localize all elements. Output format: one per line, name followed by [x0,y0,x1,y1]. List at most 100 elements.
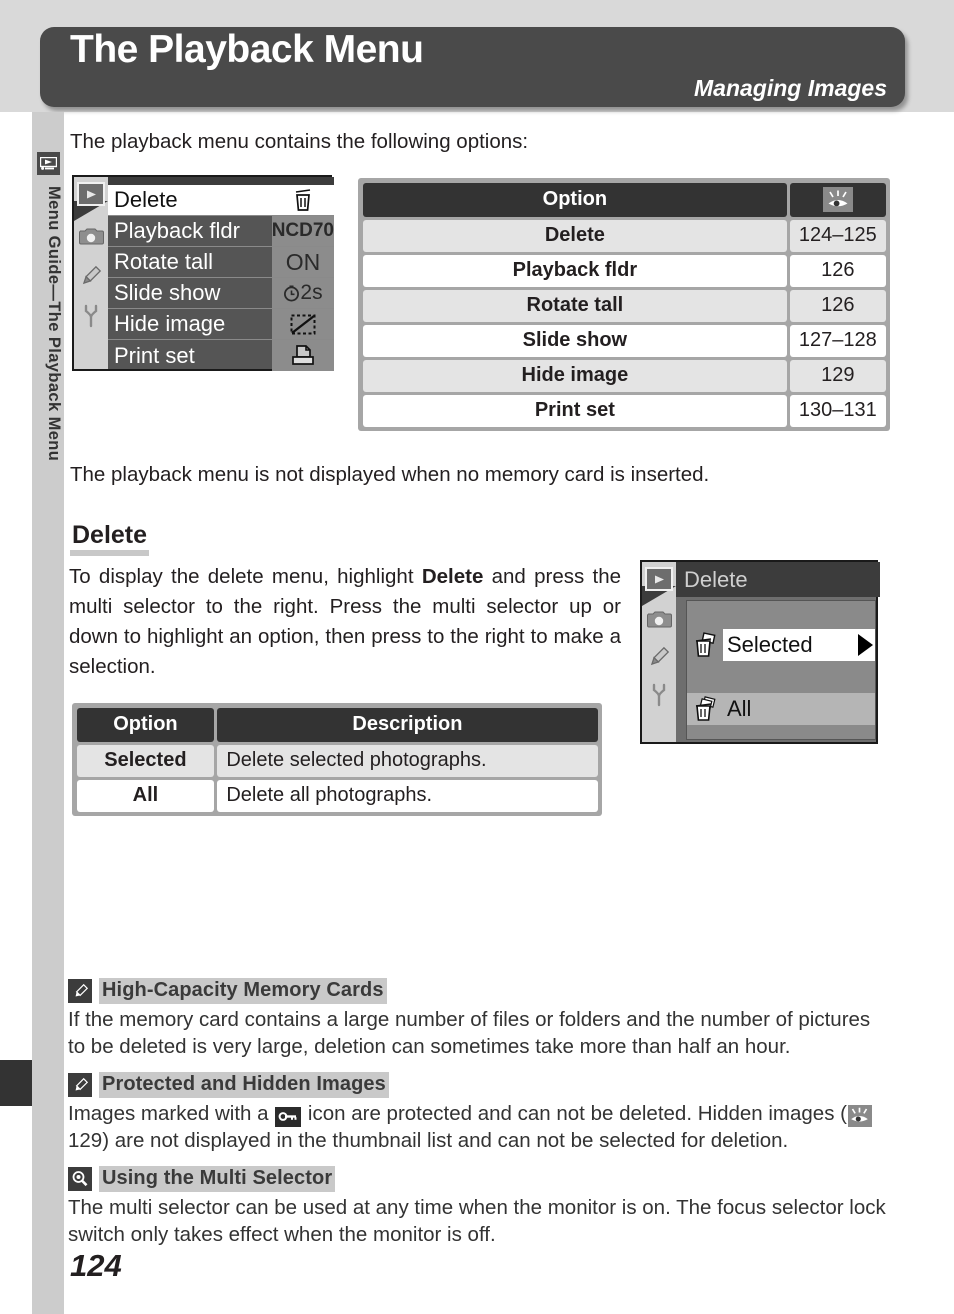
lcd-playback-menu-screenshot: Delete Playback fldr NCD70 Rotate tall O… [72,175,334,371]
lcd-row-slide-show[interactable]: Slide show 2s [108,278,334,309]
table-row: Selected Delete selected photographs. [75,743,599,778]
cell-page: 126 [790,289,886,322]
column-header-option: Option [76,707,215,742]
options-table: Option Delete 124–125 Playback fldr 126 … [358,178,890,431]
table-row: Slide show 127–128 [361,323,887,358]
lcd-delete-row-selected[interactable]: Selected [687,629,875,661]
print-set-icon [272,340,334,371]
lcd-row-label: Print set [114,342,195,368]
table-header-row: Option Description [75,706,599,743]
rail-playback-icon [77,179,105,209]
rail-camera-icon [645,604,673,634]
clock-icon [283,285,300,302]
lcd-row-label: Delete [114,187,178,212]
note-body-part2: icon are protected and can not be delete… [302,1102,847,1125]
chapter-label: Menu Guide—The Playback Menu [45,186,63,462]
lcd-top-bar [108,177,334,185]
pencil-note-icon [68,979,92,1003]
cell-option: Slide show [362,324,788,357]
lcd-delete-row-label: Selected [727,632,813,657]
note-title: Using the Multi Selector [99,1166,336,1192]
note-body-part3: 129) are not displayed in the thumbnail … [68,1129,789,1152]
cell-page: 126 [790,254,886,287]
lcd-row-delete[interactable]: Delete [108,185,334,216]
lcd-delete-row-all[interactable]: All [687,693,875,725]
pencil-note-icon [68,1073,92,1097]
lcd-rail [642,562,676,742]
table-header-row: Option [361,181,887,218]
table-row: Rotate tall 126 [361,288,887,323]
lcd-row-print-set[interactable]: Print set [108,340,334,371]
lcd-delete-row-label: All [727,696,752,721]
lcd-row-rotate-tall[interactable]: Rotate tall ON [108,247,334,278]
cell-page: 127–128 [790,324,886,357]
cell-page: 130–131 [790,394,886,427]
note-high-capacity-memory-cards: High-Capacity Memory Cards If the memory… [68,978,892,1060]
note-protected-and-hidden-images: Protected and Hidden Images Images marke… [68,1072,892,1154]
table-row: Delete 124–125 [361,218,887,253]
cell-option: Print set [362,394,788,427]
cell-option: Rotate tall [362,289,788,322]
lcd-menu-list: Delete Playback fldr NCD70 Rotate tall O… [108,177,334,371]
lcd-row-value-text: 2s [300,281,323,304]
note-title: High-Capacity Memory Cards [99,978,387,1004]
column-header-page-reference [790,182,886,217]
protect-key-icon [275,1106,302,1127]
cell-description: Delete all photographs. [217,779,598,812]
cell-option: Playback fldr [362,254,788,287]
lcd-delete-options-panel: Selected All [686,600,876,740]
page-subtitle: Managing Images [694,75,887,101]
cell-option: Hide image [362,359,788,392]
lcd-rail [74,177,108,369]
rail-wrench-icon [645,680,673,710]
lcd-row-value: ON [272,247,334,277]
lcd-row-playback-fldr[interactable]: Playback fldr NCD70 [108,216,334,247]
rail-pencil-icon [77,261,105,291]
note-body: Images marked with a icon are protected … [68,1100,892,1154]
rail-pencil-icon [645,642,673,672]
lcd-row-label: Slide show [114,280,221,305]
note-heading: High-Capacity Memory Cards [68,978,892,1004]
magnifier-note-icon [68,1167,92,1191]
rail-camera-icon [77,221,105,251]
table-row: All Delete all photographs. [75,778,599,813]
intro-paragraph: The playback menu contains the following… [70,130,529,153]
note-body: The multi selector can be used at any ti… [68,1196,886,1246]
table-row: Playback fldr 126 [361,253,887,288]
cell-page: 129 [790,359,886,392]
rail-wrench-icon [77,301,105,331]
lcd-row-hide-image[interactable]: Hide image [108,309,334,340]
note-title: Protected and Hidden Images [99,1072,389,1098]
cell-option: Delete [362,219,788,252]
note-body-part1: Images marked with a [68,1102,275,1125]
lcd-delete-menu-screenshot: Delete Selected All [640,560,880,744]
column-header-option: Option [362,182,788,217]
delete-all-icon [687,693,723,725]
note-using-the-multi-selector: Using the Multi Selector The multi selec… [68,1166,892,1248]
cell-option: All [76,779,215,812]
delete-para-bold: Delete [421,565,484,588]
column-header-description: Description [217,707,598,742]
lcd-row-value: 2s [272,278,334,308]
playback-icon [37,152,60,175]
page-number: 124 [70,1248,122,1283]
lcd-row-label: Playback fldr [114,218,240,243]
page-title: The Playback Menu [70,28,424,71]
eye-reference-icon [847,1105,872,1127]
rail-playback-icon [645,564,673,594]
delete-para-part1: To display the delete menu, highlight [69,565,422,588]
lcd-row-label: Hide image [114,311,226,336]
lcd-row-label: Rotate tall [114,249,214,274]
cell-description: Delete selected photographs. [217,744,598,777]
delete-instruction-paragraph: To display the delete menu, highlight De… [69,562,621,682]
trash-icon [272,185,334,215]
cell-option: Selected [76,744,215,777]
table-row: Hide image 129 [361,358,887,393]
page-header: The Playback Menu Managing Images [40,27,905,107]
delete-selected-icon [687,629,723,661]
note-body: If the memory card contains a large numb… [68,1008,871,1058]
cell-page: 124–125 [790,219,886,252]
lcd-row-value: NCD70 [271,216,334,246]
lcd-delete-title: Delete [676,562,880,597]
note-heading: Protected and Hidden Images [68,1072,892,1098]
